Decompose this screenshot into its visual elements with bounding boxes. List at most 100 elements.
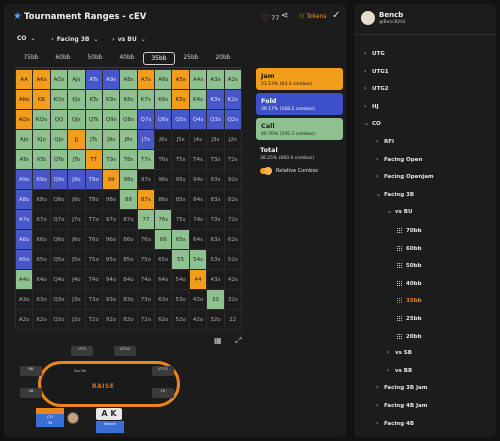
tree-item-utg2[interactable]: › UTG2 (364, 85, 389, 92)
hand-cell[interactable]: A6o (16, 230, 33, 249)
tokens-button[interactable]: ⚇ Tokens (299, 13, 327, 20)
hand-cell[interactable]: J4s (189, 130, 207, 149)
hand-cell[interactable]: J9s (102, 130, 120, 149)
hand-cell[interactable]: 63s (207, 230, 224, 249)
tree-item-facing-4b-jam[interactable]: › Facing 4B Jam (376, 402, 427, 409)
hand-cell[interactable]: T4s (189, 150, 207, 169)
hand-cell[interactable]: 62o (155, 310, 172, 329)
hand-cell[interactable]: 98s (120, 170, 137, 189)
tab-50bb[interactable]: 50bb (79, 54, 111, 61)
hand-cell[interactable]: 44 (189, 270, 207, 289)
hand-cell[interactable]: T7o (85, 210, 102, 229)
hand-cell[interactable]: Q4s (189, 110, 207, 129)
hand-cell[interactable]: A3s (207, 70, 224, 89)
hand-cell[interactable]: T3o (85, 290, 102, 309)
hand-cell[interactable]: 86o (120, 230, 137, 249)
tree-item-utg1[interactable]: › UTG1 (364, 68, 389, 75)
hand-cell[interactable]: Q6s (155, 110, 172, 129)
hand-cell[interactable]: 85o (120, 250, 137, 269)
hand-cell[interactable]: Q9s (102, 110, 120, 129)
hand-cell[interactable]: 95o (102, 250, 120, 269)
hand-cell[interactable]: Q9o (50, 170, 68, 189)
hand-cell[interactable]: 99 (102, 170, 120, 189)
hand-cell[interactable]: 93o (102, 290, 120, 309)
hand-cell[interactable]: 32s (224, 290, 241, 309)
situation-select[interactable]: › Facing 3B ⌄ (51, 35, 99, 43)
hand-cell[interactable]: AKs (33, 70, 50, 89)
hand-cell[interactable]: J3o (68, 290, 85, 309)
hand-cell[interactable]: K6s (155, 90, 172, 109)
tree-item-facing-3b[interactable]: ⌄ Facing 3B (376, 191, 414, 198)
hand-cell[interactable]: Q4o (50, 270, 68, 289)
hand-cell[interactable]: ATs (85, 70, 102, 89)
hand-cell[interactable]: Q5s (172, 110, 189, 129)
tree-item-vs-bb[interactable]: › vs BB (387, 367, 412, 374)
hand-cell[interactable]: 75o (137, 250, 155, 269)
hand-cell[interactable]: 32o (207, 310, 224, 329)
hand-cell[interactable]: K4s (189, 90, 207, 109)
hand-cell[interactable]: 53s (207, 250, 224, 269)
hand-cell[interactable]: J7o (68, 210, 85, 229)
hand-cell[interactable]: T3s (207, 150, 224, 169)
hand-cell[interactable]: J9o (68, 170, 85, 189)
check-icon[interactable]: ✓ (332, 10, 340, 21)
hand-cell[interactable]: 96o (102, 230, 120, 249)
tree-item-co[interactable]: ⌄ CO (364, 120, 381, 127)
hand-cell[interactable]: 83o (120, 290, 137, 309)
hand-cell[interactable]: QJo (50, 130, 68, 149)
hand-cell[interactable]: J6o (68, 230, 85, 249)
hand-cell[interactable]: K7s (137, 90, 155, 109)
hand-cell[interactable]: K5s (172, 90, 189, 109)
user-avatar[interactable] (361, 11, 375, 25)
hand-cell[interactable]: T9s (102, 150, 120, 169)
tab-25bb[interactable]: 25bb (175, 54, 207, 61)
tab-75bb[interactable]: 75bb (15, 54, 47, 61)
like-button[interactable]: ♡ 77 (261, 13, 279, 24)
hand-cell[interactable]: K4o (33, 270, 50, 289)
hand-cell[interactable]: KQs (50, 90, 68, 109)
hand-cell[interactable]: 65s (172, 230, 189, 249)
hand-cell[interactable]: 66 (155, 230, 172, 249)
expand-icon[interactable]: ⤢ (235, 336, 241, 346)
hand-cell[interactable]: T9o (85, 170, 102, 189)
hand-cell[interactable]: 63o (155, 290, 172, 309)
tree-item-60bb[interactable]: 60bb (396, 244, 422, 252)
hand-cell[interactable]: J5o (68, 250, 85, 269)
hand-cell[interactable]: 92o (102, 310, 120, 329)
hand-cell[interactable]: QTs (85, 110, 102, 129)
hand-cell[interactable]: K3s (207, 90, 224, 109)
hand-cell[interactable]: 97s (137, 170, 155, 189)
hand-cell[interactable]: A9o (16, 170, 33, 189)
hand-cell[interactable]: 52s (224, 250, 241, 269)
hand-cell[interactable]: 43o (189, 290, 207, 309)
hand-cell[interactable]: AA (16, 70, 33, 89)
hand-cell[interactable]: Q3o (50, 290, 68, 309)
hand-cell[interactable]: T5s (172, 150, 189, 169)
hand-cell[interactable]: A5o (16, 250, 33, 269)
hand-cell[interactable]: 87s (137, 190, 155, 209)
hand-cell[interactable]: 98o (102, 190, 120, 209)
hand-cell[interactable]: 64o (155, 270, 172, 289)
hand-cell[interactable]: KQo (33, 110, 50, 129)
hand-cell[interactable]: K5o (33, 250, 50, 269)
hand-cell[interactable]: T8o (85, 190, 102, 209)
hand-cell[interactable]: 52o (172, 310, 189, 329)
hand-cell[interactable]: JTs (85, 130, 102, 149)
hand-cell[interactable]: Q2s (224, 110, 241, 129)
hand-cell[interactable]: 72o (137, 310, 155, 329)
hand-cell[interactable]: T6o (85, 230, 102, 249)
hand-cell[interactable]: KK (33, 90, 50, 109)
star-icon[interactable]: ★ (13, 11, 22, 22)
hand-cell[interactable]: A4o (16, 270, 33, 289)
hand-cell[interactable]: T6s (155, 150, 172, 169)
hand-cell[interactable]: 72s (224, 210, 241, 229)
hand-cell[interactable]: 43s (207, 270, 224, 289)
hand-cell[interactable]: K3o (33, 290, 50, 309)
tree-item-35bb[interactable]: 35bb (396, 296, 422, 304)
hand-cell[interactable]: K9o (33, 170, 50, 189)
hand-cell[interactable]: 73o (137, 290, 155, 309)
hand-cell[interactable]: AJs (68, 70, 85, 89)
hand-cell[interactable]: Q3s (207, 110, 224, 129)
hand-cell[interactable]: 42o (189, 310, 207, 329)
tree-item-facing-open[interactable]: › Facing Open (376, 156, 422, 163)
